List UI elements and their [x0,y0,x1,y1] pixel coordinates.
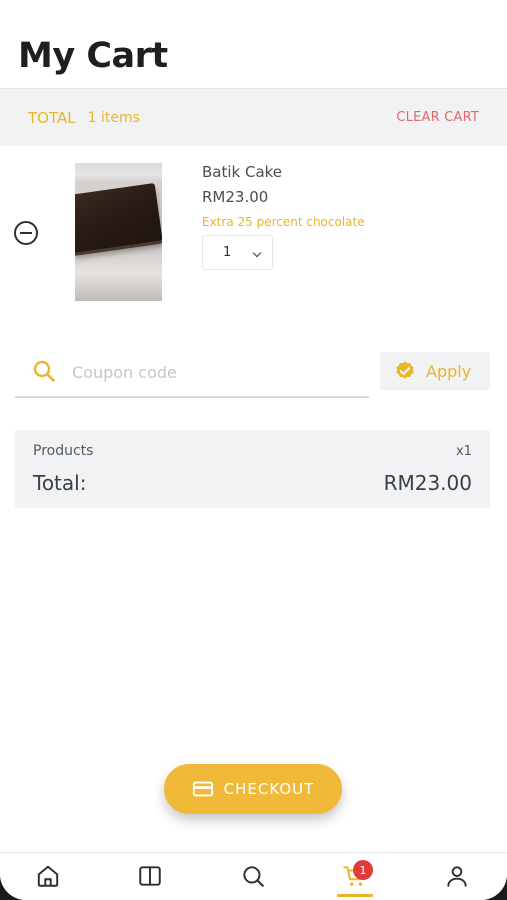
apply-coupon-button[interactable]: Apply [380,352,490,390]
cart-screen: My Cart TOTAL 1 items CLEAR CART Batik C… [0,0,507,900]
total-item-count: 1 items [87,109,140,126]
total-label: TOTAL [28,108,76,127]
summary-total-label: Total: [33,471,87,495]
checkout-label: CHECKOUT [223,780,315,798]
apply-label: Apply [426,361,472,381]
nav-catalog[interactable] [120,853,180,900]
nav-profile[interactable] [427,853,487,900]
quantity-value: 1 [223,245,232,260]
order-summary: Products x1 Total: RM23.00 [15,430,490,508]
quantity-select[interactable]: 1 [202,235,273,270]
verified-badge-icon [396,361,414,379]
summary-total-value: RM23.00 [383,471,472,495]
home-icon [37,865,59,887]
coupon-field [15,346,369,398]
product-note: Extra 25 percent chocolate [202,215,365,229]
cart-count-badge: 1 [353,860,373,880]
cart-item: Batik Cake RM23.00 Extra 25 percent choc… [0,150,507,310]
nav-search[interactable] [223,853,283,900]
search-icon [243,866,264,887]
total-bar: TOTAL 1 items CLEAR CART [0,88,507,146]
page-title: My Cart [18,36,168,76]
credit-card-icon [192,781,213,797]
active-tab-indicator [337,894,373,897]
remove-item-icon[interactable] [14,221,38,245]
checkout-button[interactable]: CHECKOUT [164,764,342,814]
bottom-nav: 1 [0,852,507,900]
coupon-input[interactable] [72,358,362,386]
summary-products-count: x1 [456,444,472,459]
user-icon [447,866,467,887]
summary-products-label: Products [33,443,94,459]
clear-cart-button[interactable]: CLEAR CART [396,110,479,125]
nav-home[interactable] [18,853,78,900]
product-price: RM23.00 [202,188,269,206]
product-name: Batik Cake [202,163,283,181]
search-icon [33,360,55,382]
chevron-down-icon [252,248,262,258]
book-icon [139,866,161,886]
product-image [75,163,162,301]
